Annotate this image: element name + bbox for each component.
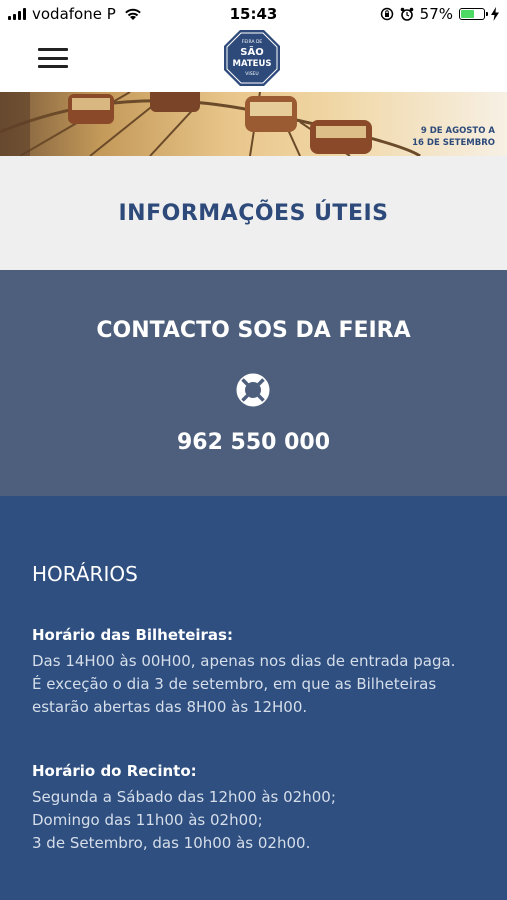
ticket-office-hours: Horário das Bilheteiras: Das 14H00 às 00… — [32, 626, 482, 719]
svg-text:MATEUS: MATEUS — [232, 59, 271, 69]
lifebuoy-icon — [236, 373, 270, 407]
venue-hours-label: Horário do Recinto: — [32, 762, 197, 780]
battery-icon — [459, 8, 488, 20]
svg-text:VISEU: VISEU — [245, 71, 258, 77]
event-dates: 9 DE AGOSTO A 16 DE SETEMBRO — [412, 126, 495, 148]
battery-percent: 57% — [419, 5, 453, 23]
page-title: INFORMAÇÕES ÚTEIS — [118, 200, 389, 226]
title-band: INFORMAÇÕES ÚTEIS — [0, 156, 507, 270]
ticket-office-label: Horário das Bilheteiras: — [32, 626, 233, 644]
battery-fill — [461, 10, 474, 18]
feira-sao-mateus-logo[interactable]: FEIRA DE SÃO MATEUS VISEU — [223, 29, 281, 87]
alarm-icon — [400, 7, 413, 21]
contact-title: CONTACTO SOS DA FEIRA — [96, 318, 411, 343]
venue-hours-line: 3 de Setembro, das 10h00 às 02h00. — [32, 834, 311, 852]
status-right: 57% — [380, 5, 499, 23]
hero-banner: 9 DE AGOSTO A 16 DE SETEMBRO — [0, 92, 507, 156]
venue-hours-line: Segunda a Sábado das 12h00 às 02h00; — [32, 788, 336, 806]
hours-title: HORÁRIOS — [32, 562, 138, 586]
venue-hours: Horário do Recinto: Segunda a Sábado das… — [32, 762, 482, 855]
menu-icon[interactable] — [38, 48, 68, 68]
ticket-office-line: Das 14H00 às 00H00, apenas nos dias de e… — [32, 652, 456, 670]
charging-icon — [491, 7, 499, 21]
sos-phone-number[interactable]: 962 550 000 — [0, 430, 507, 455]
status-bar: vodafone P 15:43 57% — [0, 0, 507, 28]
svg-text:SÃO: SÃO — [240, 45, 263, 58]
orientation-lock-icon — [380, 7, 393, 21]
sos-contact-section: CONTACTO SOS DA FEIRA 962 550 000 — [0, 270, 507, 496]
ticket-office-line: É exceção o dia 3 de setembro, em que as… — [32, 675, 437, 693]
app-header: FEIRA DE SÃO MATEUS VISEU — [0, 28, 507, 92]
venue-hours-line: Domingo das 11h00 às 02h00; — [32, 811, 263, 829]
hours-section: HORÁRIOS Horário das Bilheteiras: Das 14… — [0, 496, 507, 900]
ticket-office-line: estarão abertas das 8H00 às 12H00. — [32, 698, 308, 716]
svg-text:FEIRA DE: FEIRA DE — [242, 39, 263, 45]
